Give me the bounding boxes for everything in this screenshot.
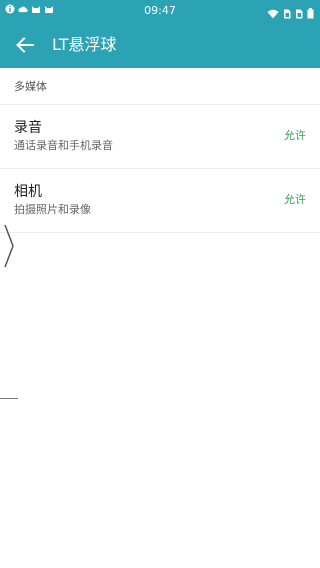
- chevron-right-icon: [4, 224, 14, 268]
- status-bar: 09:47: [0, 0, 320, 22]
- floating-ball-edge-handle[interactable]: [3, 224, 15, 268]
- row-divider: [0, 232, 320, 233]
- back-button[interactable]: [14, 34, 36, 56]
- arrow-left-icon: [16, 37, 34, 53]
- permission-description: 拍摄照片和录像: [14, 203, 91, 216]
- sim-icon: [283, 4, 291, 23]
- app-screen: 09:47 LT悬浮球 多媒体 录音 通话录音和手机录音 允许 相机 拍摄照片和…: [0, 0, 320, 568]
- sim-icon: [295, 4, 303, 23]
- section-header-multimedia: 多媒体: [14, 80, 47, 93]
- permission-title: 相机: [14, 184, 42, 200]
- permission-status[interactable]: 允许: [284, 193, 306, 207]
- permission-item-camera[interactable]: 相机 拍摄照片和录像 允许: [0, 169, 320, 233]
- battery-icon: [307, 4, 314, 23]
- permission-status[interactable]: 允许: [284, 129, 306, 143]
- permission-title: 录音: [14, 120, 42, 136]
- permission-description: 通话录音和手机录音: [14, 139, 113, 152]
- wifi-icon: [267, 4, 279, 23]
- app-bar: LT悬浮球: [0, 22, 320, 68]
- system-icons: [267, 4, 314, 23]
- edge-line: [0, 398, 18, 399]
- permission-item-record-audio[interactable]: 录音 通话录音和手机录音 允许: [0, 105, 320, 169]
- page-title: LT悬浮球: [52, 35, 117, 54]
